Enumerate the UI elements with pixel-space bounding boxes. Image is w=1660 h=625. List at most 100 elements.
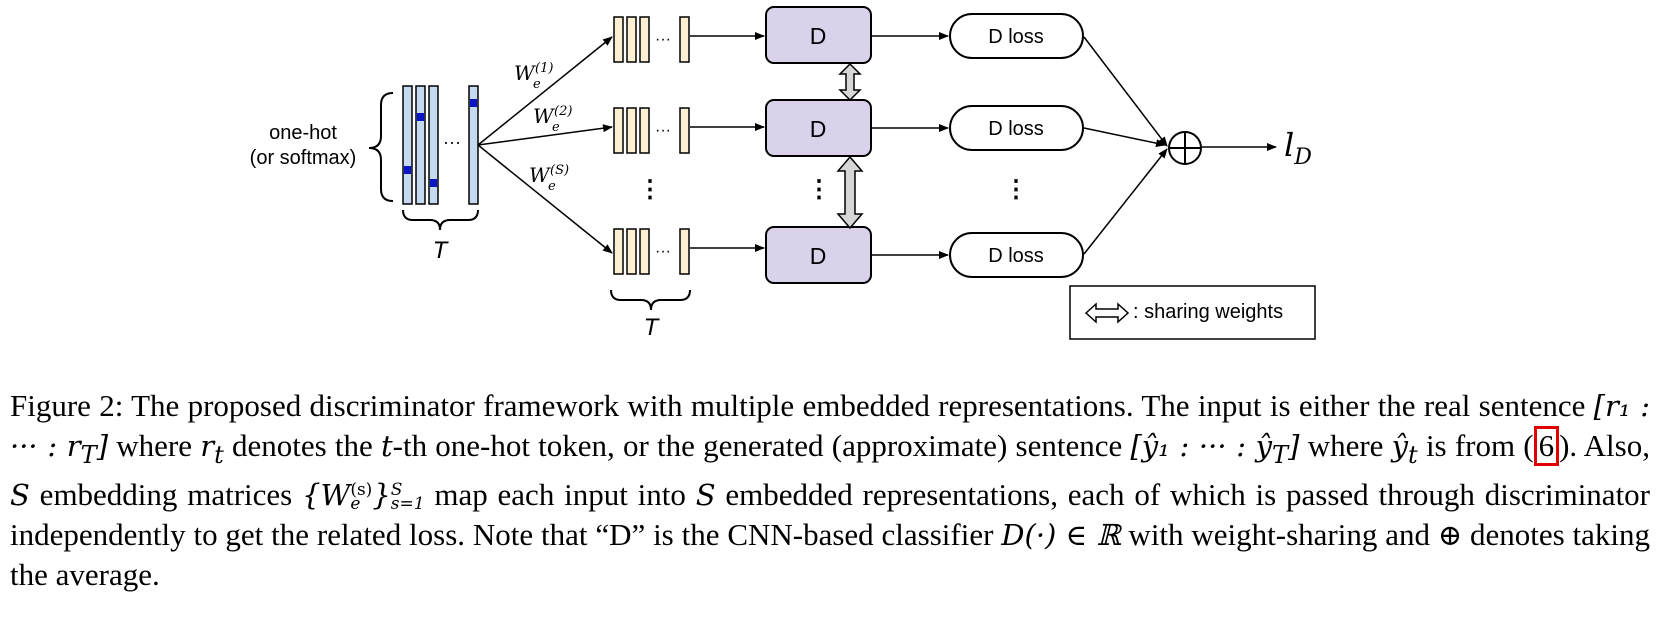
weight-label-sub: e <box>548 179 556 194</box>
caption-math-part: {W <box>302 477 351 512</box>
weight-label-sub: e <box>533 77 541 92</box>
caption-math-part: ] <box>1288 429 1300 463</box>
caption-text: map each input into <box>424 476 696 512</box>
output-label-sub: D <box>1293 145 1312 170</box>
embedding-column <box>679 107 690 154</box>
loss-box-2: D loss <box>949 105 1084 151</box>
caption-text: is from ( <box>1417 428 1534 463</box>
caption-math: ⊕ <box>1437 517 1463 552</box>
caption-text: denotes the <box>223 428 381 463</box>
caption-text: ). Also, <box>1559 428 1650 463</box>
weight-label-sup: (S) <box>550 163 569 178</box>
embedding-column <box>613 107 624 154</box>
figure-caption: Figure 2: The proposed discriminator fra… <box>10 386 1650 595</box>
caption-math: D(·) ∈ ℝ <box>1001 517 1121 552</box>
output-label: lD <box>1284 126 1312 170</box>
one-hot-marker <box>470 99 477 107</box>
embedding-column <box>639 16 650 63</box>
embedding-ellipsis: ··· <box>655 122 671 139</box>
embedding-arrow-1 <box>477 36 613 146</box>
embedding-arrow-3 <box>477 144 613 254</box>
one-hot-column <box>402 85 413 205</box>
caption-text: -th one-hot token, or the generated (app… <box>392 428 1131 463</box>
loss-label: D loss <box>988 26 1044 48</box>
discriminator-label: D <box>810 116 827 142</box>
caption-math-sub: s=1 <box>390 493 425 514</box>
sharing-weights-arrow-bottom <box>836 155 864 230</box>
caption-text: with weight-sharing and <box>1120 516 1438 552</box>
embedding-columns-1: ··· <box>613 16 765 63</box>
caption-math: t <box>380 429 393 463</box>
discriminator-box-1: D <box>765 6 872 64</box>
one-hot-marker <box>417 113 424 121</box>
embedding-vdots: ⋮ <box>638 176 662 203</box>
embedding-columns-2: ··· <box>613 107 765 154</box>
embedding-column <box>626 228 637 275</box>
embedding-columns-3: ··· <box>613 228 765 275</box>
caption-math-sub: T <box>80 440 97 469</box>
embedding-column <box>639 107 650 154</box>
discriminator-vdots: ⋮ <box>807 176 831 203</box>
one-hot-marker <box>430 179 437 187</box>
loss-label: D loss <box>988 118 1044 140</box>
weight-label-sub: e <box>552 120 560 135</box>
weight-label-sup: (2) <box>554 104 572 119</box>
loss-to-average-arrow-3 <box>1083 148 1168 255</box>
embedding-ellipsis: ··· <box>655 31 671 48</box>
one-hot-columns <box>402 85 479 205</box>
loss-box-3: D loss <box>949 232 1084 278</box>
caption-math: S <box>10 477 30 512</box>
input-brace <box>368 92 394 202</box>
input-label-line1: one-hot <box>269 122 337 144</box>
caption-math: {W (s) e} Ss=1 <box>302 477 425 514</box>
equation-reference-link[interactable]: 6 <box>1533 426 1560 466</box>
sharing-weights-arrow-top <box>838 62 862 102</box>
one-hot-ellipsis: ··· <box>443 132 461 152</box>
discriminator-box-2: D <box>765 99 872 157</box>
one-hot-marker <box>404 166 411 174</box>
embedding-column <box>626 107 637 154</box>
loss-label: D loss <box>988 245 1044 267</box>
legend-text: : sharing weights <box>1133 301 1283 323</box>
caption-text: Figure 2: The proposed discriminator fra… <box>10 388 1594 423</box>
weight-label-2: W e (2) <box>533 104 572 135</box>
loss-box-1: D loss <box>949 13 1084 59</box>
loss-vdots: ⋮ <box>1004 176 1028 203</box>
caption-text: where <box>108 428 201 463</box>
embedding-T-brace <box>610 289 691 311</box>
caption-math-part: ] <box>96 429 109 463</box>
embedding-column <box>613 228 624 275</box>
caption-text: embedding matrices <box>29 476 303 512</box>
embedding-T-label: T <box>644 314 661 341</box>
caption-math-sub: t <box>214 440 224 469</box>
one-hot-column <box>415 85 426 205</box>
caption-math-part: r <box>200 429 215 463</box>
caption-math-sub: t <box>1408 440 1418 469</box>
input-label-line2: (or softmax) <box>250 147 357 169</box>
loss-to-average-arrow-2 <box>1083 127 1166 148</box>
embedding-column <box>626 16 637 63</box>
caption-math: rt <box>200 429 224 469</box>
input-T-brace <box>402 209 479 231</box>
embedding-column <box>613 16 624 63</box>
embedding-column <box>679 228 690 275</box>
discriminator-label: D <box>810 243 827 269</box>
weight-label-S: W e (S) <box>529 163 569 194</box>
caption-math-sub: T <box>1272 440 1289 469</box>
weight-label-sup: (1) <box>535 61 553 76</box>
caption-math: ŷt <box>1392 429 1418 469</box>
caption-text: where <box>1299 428 1392 463</box>
average-oplus-icon <box>1168 131 1202 165</box>
caption-math-part: } <box>372 477 391 512</box>
discriminator-framework-diagram: one-hot (or softmax) ··· T W e (1) W e (… <box>250 6 1316 341</box>
weight-label-1: W e (1) <box>514 61 553 92</box>
loss-to-average-arrow-1 <box>1083 36 1168 147</box>
embedding-column <box>679 16 690 63</box>
discriminator-label: D <box>810 23 827 49</box>
embedding-column <box>639 228 650 275</box>
input-T-label: T <box>433 237 450 264</box>
caption-math: S <box>695 477 716 512</box>
embedding-column-groups: ··· ··· ··· <box>613 16 765 275</box>
legend-box: : sharing weights <box>1069 285 1316 340</box>
embedding-ellipsis: ··· <box>655 243 671 260</box>
